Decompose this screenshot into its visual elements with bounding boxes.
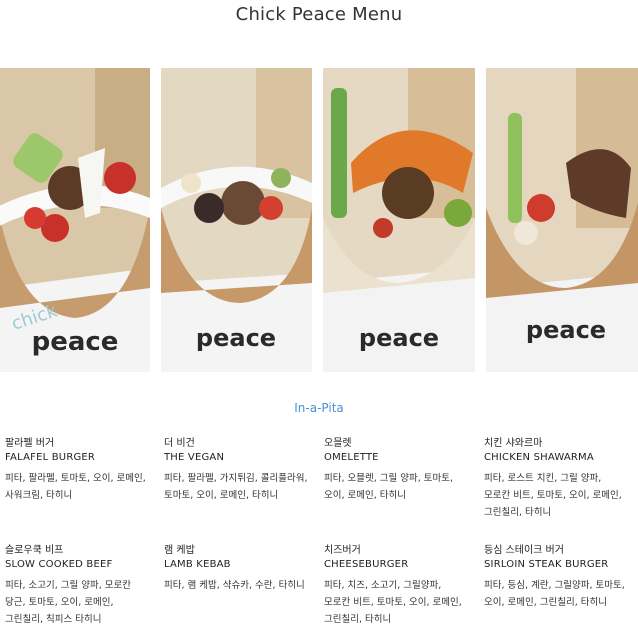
item-ingredients: 피타, 팔라펠, 토마토, 오이, 로메인, 사워크림, 타히니 bbox=[5, 473, 146, 501]
item-english-name: CHICKEN SHAWARMA bbox=[484, 452, 594, 463]
menu-item-lamb-kebab: 램 케밥 LAMB KEBAB 피타, 램 케밥, 샥슈카, 수란, 타히니 bbox=[164, 544, 309, 594]
item-english-name: FALAFEL BURGER bbox=[5, 452, 96, 463]
item-ingredients: 피타, 램 케밥, 샥슈카, 수란, 타히니 bbox=[164, 580, 305, 591]
item-ingredients: 피타, 로스트 치킨, 그릴 양파, 모로칸 비트, 토마토, 오이, 로메인,… bbox=[484, 473, 622, 518]
item-korean-name: 등심 스테이크 버거 bbox=[484, 545, 564, 556]
menu-item-sirloin-steak-burger: 등심 스테이크 버거 SIRLOIN STEAK BURGER 피타, 등심, … bbox=[484, 544, 629, 611]
item-english-name: SLOW COOKED BEEF bbox=[5, 559, 113, 570]
box-brand-text: peace bbox=[196, 324, 276, 352]
photo-gallery: peace chick peace peace peace bbox=[0, 68, 638, 374]
menu-item-cheeseburger: 치즈버거 CHEESEBURGER 피타, 치즈, 소고기, 그릴양파, 모로칸… bbox=[324, 544, 469, 628]
falafel-burger-photo[interactable]: peace chick bbox=[0, 68, 150, 372]
item-korean-name: 램 케밥 bbox=[164, 545, 195, 556]
item-ingredients: 피타, 치즈, 소고기, 그릴양파, 모로칸 비트, 토마토, 오이, 로메인,… bbox=[324, 580, 462, 625]
item-korean-name: 슬로우쿡 비프 bbox=[5, 545, 64, 556]
item-english-name: SIRLOIN STEAK BURGER bbox=[484, 559, 609, 570]
item-korean-name: 팔라펠 버거 bbox=[5, 438, 55, 449]
item-korean-name: 더 비건 bbox=[164, 438, 195, 449]
item-ingredients: 피타, 팔라펠, 가지튀김, 콜리플라워, 토마토, 오이, 로메인, 타히니 bbox=[164, 473, 308, 501]
item-english-name: LAMB KEBAB bbox=[164, 559, 231, 570]
chicken-shawarma-photo[interactable]: peace bbox=[486, 68, 638, 372]
menu-item-omelette: 오믈렛 OMELETTE 피타, 오믈렛, 그릴 양파, 토마토, 오이, 로메… bbox=[324, 437, 469, 504]
section-label: In-a-Pita bbox=[294, 401, 344, 415]
menu-item-falafel-burger: 팔라펠 버거 FALAFEL BURGER 피타, 팔라펠, 토마토, 오이, … bbox=[5, 437, 150, 504]
item-english-name: CHEESEBURGER bbox=[324, 559, 409, 570]
item-english-name: THE VEGAN bbox=[164, 452, 225, 463]
item-korean-name: 치즈버거 bbox=[324, 545, 361, 556]
item-korean-name: 치킨 샤와르마 bbox=[484, 438, 543, 449]
the-vegan-photo[interactable]: peace bbox=[161, 68, 312, 372]
box-brand-text: peace bbox=[526, 316, 606, 344]
box-brand-text: peace bbox=[32, 327, 119, 357]
item-ingredients: 피타, 소고기, 그릴 양파, 모로칸 당근, 토마토, 오이, 로메인, 그린… bbox=[5, 580, 132, 625]
item-korean-name: 오믈렛 bbox=[324, 438, 352, 449]
box-brand-text: peace bbox=[359, 324, 439, 352]
menu-item-chicken-shawarma: 치킨 샤와르마 CHICKEN SHAWARMA 피타, 로스트 치킨, 그릴 … bbox=[484, 437, 629, 521]
omelette-photo[interactable]: peace bbox=[323, 68, 475, 372]
item-ingredients: 피타, 오믈렛, 그릴 양파, 토마토, 오이, 로메인, 타히니 bbox=[324, 473, 454, 501]
item-ingredients: 피타, 등심, 계란, 그릴양파, 토마토, 오이, 로메인, 그린칠리, 타히… bbox=[484, 580, 625, 608]
item-english-name: OMELETTE bbox=[324, 452, 379, 463]
menu-item-the-vegan: 더 비건 THE VEGAN 피타, 팔라펠, 가지튀김, 콜리플라워, 토마토… bbox=[164, 437, 309, 504]
page-title: Chick Peace Menu bbox=[235, 4, 403, 25]
menu-item-slow-cooked-beef: 슬로우쿡 비프 SLOW COOKED BEEF 피타, 소고기, 그릴 양파,… bbox=[5, 544, 150, 628]
